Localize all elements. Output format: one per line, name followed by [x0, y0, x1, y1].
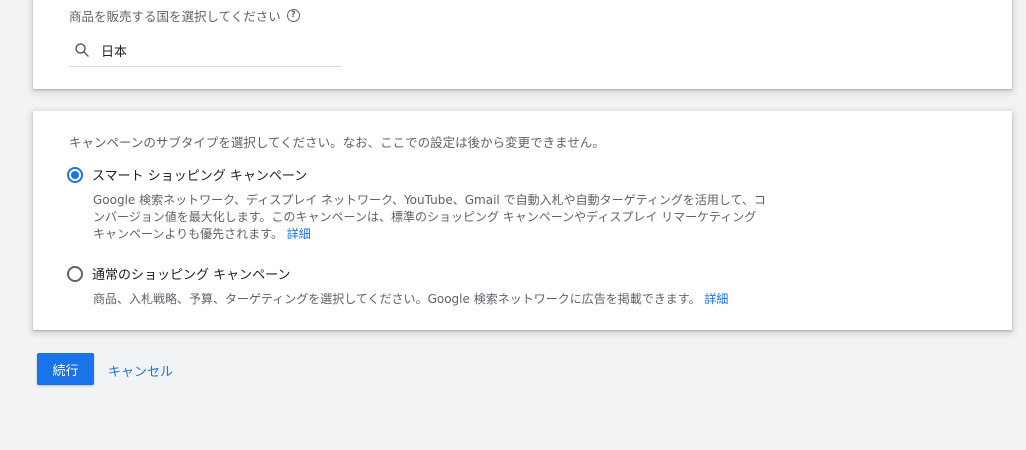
standard-shopping-description-text: 商品、入札戦略、予算、ターゲティングを選択してください。Google 検索ネット… — [93, 292, 701, 306]
country-card: 商品を販売する国を選択してください ? 日本 — [33, 0, 1012, 89]
continue-button[interactable]: 続行 — [37, 353, 94, 385]
standard-shopping-description: 商品、入札戦略、予算、ターゲティングを選択してください。Google 検索ネット… — [93, 291, 728, 308]
country-search-input[interactable]: 日本 — [69, 34, 342, 67]
subtype-card: キャンペーンのサブタイプを選択してください。なお、ここでの設定は後から変更できま… — [33, 111, 1012, 330]
smart-shopping-description: Google 検索ネットワーク、ディスプレイ ネットワーク、YouTube、Gm… — [93, 192, 813, 243]
radio-option-smart-shopping[interactable]: スマート ショッピング キャンペーン — [67, 165, 307, 184]
cancel-link[interactable]: キャンセル — [108, 361, 173, 380]
radio-option-standard-shopping[interactable]: 通常のショッピング キャンペーン — [67, 264, 290, 283]
country-label: 商品を販売する国を選択してください ? — [69, 6, 300, 25]
subtype-description: キャンペーンのサブタイプを選択してください。なお、ここでの設定は後から変更できま… — [69, 135, 605, 150]
country-search-value: 日本 — [101, 44, 128, 60]
radio-button-checked[interactable] — [67, 166, 83, 183]
help-icon[interactable]: ? — [286, 9, 300, 22]
smart-shopping-description-line-1: Google 検索ネットワーク、ディスプレイ ネットワーク、YouTube、Gm… — [93, 193, 766, 207]
search-icon — [75, 43, 89, 57]
radio-label-smart-shopping: スマート ショッピング キャンペーン — [92, 169, 308, 184]
smart-shopping-description-line-3-wrap: キャンペーンよりも優先されます。 詳細 — [93, 226, 813, 243]
smart-shopping-description-line-2: ンバージョン値を最大化します。このキャンペーンは、標準のショッピング キャンペー… — [93, 210, 757, 224]
radio-button-unchecked[interactable] — [67, 265, 83, 282]
country-label-text: 商品を販売する国を選択してください — [69, 9, 281, 24]
radio-label-standard-shopping: 通常のショッピング キャンペーン — [92, 268, 291, 283]
smart-shopping-details-link[interactable]: 詳細 — [287, 227, 311, 241]
standard-shopping-details-link[interactable]: 詳細 — [704, 292, 728, 306]
smart-shopping-description-line-3: キャンペーンよりも優先されます。 — [93, 227, 283, 241]
